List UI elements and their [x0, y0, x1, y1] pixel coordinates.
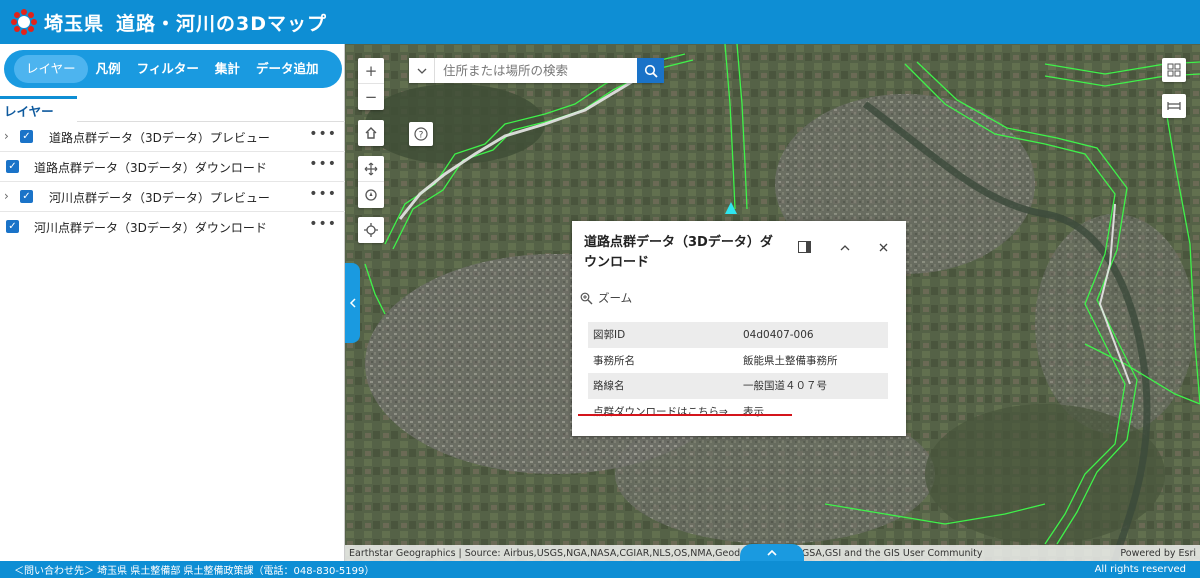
layer-checkbox[interactable]: ✓: [6, 160, 19, 173]
attr-value: 飯能県土整備事務所: [743, 354, 838, 367]
basemap-gallery-button[interactable]: [1162, 58, 1186, 82]
panel-tabbar: レイヤー 凡例 フィルター 集計 データ追加: [4, 50, 342, 88]
zoom-controls: + −: [358, 58, 384, 110]
tab-filter[interactable]: フィルター: [129, 55, 207, 83]
tab-summary[interactable]: 集計: [207, 55, 248, 83]
search-icon: [644, 64, 658, 78]
contact-info: ＜問い合わせ先＞ 埼玉県 県土整備部 県土整備政策課（電話：048-830-51…: [14, 566, 375, 577]
more-options-icon[interactable]: •••: [309, 126, 337, 142]
layer-checkbox[interactable]: ✓: [6, 220, 19, 233]
attr-key: 点群ダウンロードはこちら⇒: [593, 405, 728, 418]
layer-label: 河川点群データ（3Dデータ）ダウンロード: [34, 221, 267, 235]
layer-panel: レイヤー 凡例 フィルター 集計 データ追加 レイヤー › ✓ 道路点群データ（…: [0, 44, 345, 561]
feature-popup: 道路点群データ（3Dデータ）ダウンロード ズーム 図郭ID 04d0407-00…: [572, 221, 906, 436]
locate-control: [358, 217, 384, 243]
layer-list: › ✓ 道路点群データ（3Dデータ）プレビュー ••• ✓ 道路点群データ（3D…: [0, 122, 345, 242]
search-bar: [409, 58, 663, 83]
zoom-out-button[interactable]: −: [358, 84, 384, 110]
layer-label: 河川点群データ（3Dデータ）プレビュー: [49, 191, 270, 205]
rights-text: All rights reserved: [1094, 564, 1186, 575]
help-icon: ?: [414, 127, 428, 141]
layer-item[interactable]: › ✓ 河川点群データ（3Dデータ）プレビュー •••: [0, 182, 345, 212]
measure-icon: [1167, 102, 1181, 110]
layer-item[interactable]: › ✓ 道路点群データ（3Dデータ）プレビュー •••: [0, 122, 345, 152]
navigation-controls: [358, 156, 384, 208]
attr-key: 路線名: [588, 373, 738, 399]
powered-by[interactable]: Powered by Esri: [1120, 548, 1196, 559]
more-options-icon[interactable]: •••: [309, 156, 337, 172]
layer-item[interactable]: ✓ 河川点群データ（3Dデータ）ダウンロード •••: [0, 212, 345, 242]
highlight-underline: [578, 414, 792, 416]
search-input[interactable]: [435, 63, 635, 78]
saitama-emblem-icon: [10, 8, 38, 36]
chevron-up-icon: [767, 549, 777, 556]
zoom-magnifier-icon: [580, 292, 593, 304]
search-source-dropdown[interactable]: [409, 58, 435, 83]
zoom-in-button[interactable]: +: [358, 58, 384, 84]
tab-layers[interactable]: レイヤー: [14, 55, 88, 83]
more-options-icon[interactable]: •••: [309, 186, 337, 202]
collapse-icon[interactable]: [840, 241, 850, 255]
subtab-layers[interactable]: レイヤー: [0, 96, 77, 122]
tab-add-data[interactable]: データ追加: [248, 55, 327, 83]
rotate-icon[interactable]: [358, 182, 384, 208]
layer-label: 道路点群データ（3Dデータ）ダウンロード: [34, 161, 267, 175]
chevron-right-icon[interactable]: ›: [4, 129, 9, 143]
tab-legend[interactable]: 凡例: [88, 55, 129, 83]
attr-key: 図郭ID: [588, 322, 738, 348]
layer-label: 道路点群データ（3Dデータ）プレビュー: [49, 131, 270, 145]
attribution-text: Earthstar Geographics | Source: Airbus,U…: [349, 547, 983, 559]
layer-checkbox[interactable]: ✓: [20, 130, 33, 143]
pan-icon[interactable]: [358, 156, 384, 182]
home-icon[interactable]: [358, 120, 384, 146]
help-button[interactable]: ?: [409, 122, 433, 146]
dock-icon[interactable]: [798, 241, 811, 256]
table-row: 路線名 一般国道４０７号: [588, 373, 888, 399]
attribute-table: 図郭ID 04d0407-006 事務所名 飯能県土整備事務所 路線名 一般国道…: [588, 322, 888, 424]
download-link[interactable]: 表示: [738, 399, 888, 425]
popup-title: 道路点群データ（3Dデータ）ダウンロード: [584, 235, 773, 270]
attr-value: 04d0407-006: [738, 322, 888, 348]
layer-checkbox[interactable]: ✓: [20, 190, 33, 203]
header-brand: 埼玉県: [44, 12, 105, 35]
app-footer: ＜問い合わせ先＞ 埼玉県 県土整備部 県土整備政策課（電話：048-830-51…: [0, 561, 1200, 578]
attr-value: 一般国道４０７号: [738, 373, 888, 399]
chevron-left-icon: [349, 298, 356, 308]
more-options-icon[interactable]: •••: [309, 216, 337, 232]
attr-key: 事務所名: [593, 354, 635, 367]
page-title: 道路・河川の3Dマップ: [116, 12, 328, 35]
map-view[interactable]: + − ? 道路点群データ（3Dデ: [345, 44, 1200, 561]
panel-collapse-handle[interactable]: [345, 263, 360, 343]
grid-icon: [1167, 63, 1181, 77]
popup-zoom-action[interactable]: ズーム: [580, 290, 632, 306]
table-row: 事務所名 飯能県土整備事務所: [588, 348, 888, 374]
home-control: [358, 120, 384, 146]
app-header: 埼玉県 道路・河川の3Dマップ: [0, 0, 1200, 44]
layer-item[interactable]: ✓ 道路点群データ（3Dデータ）ダウンロード •••: [0, 152, 345, 182]
close-icon[interactable]: [879, 241, 888, 255]
table-row: 点群ダウンロードはこちら⇒ 表示: [588, 399, 888, 425]
locate-icon[interactable]: [358, 217, 384, 243]
search-button[interactable]: [637, 58, 664, 83]
bottom-panel-toggle[interactable]: [740, 544, 804, 561]
table-row: 図郭ID 04d0407-006: [588, 322, 888, 348]
chevron-right-icon[interactable]: ›: [4, 189, 9, 203]
svg-text:?: ?: [419, 131, 424, 141]
zoom-label: ズーム: [598, 291, 633, 305]
measure-button[interactable]: [1162, 94, 1186, 118]
